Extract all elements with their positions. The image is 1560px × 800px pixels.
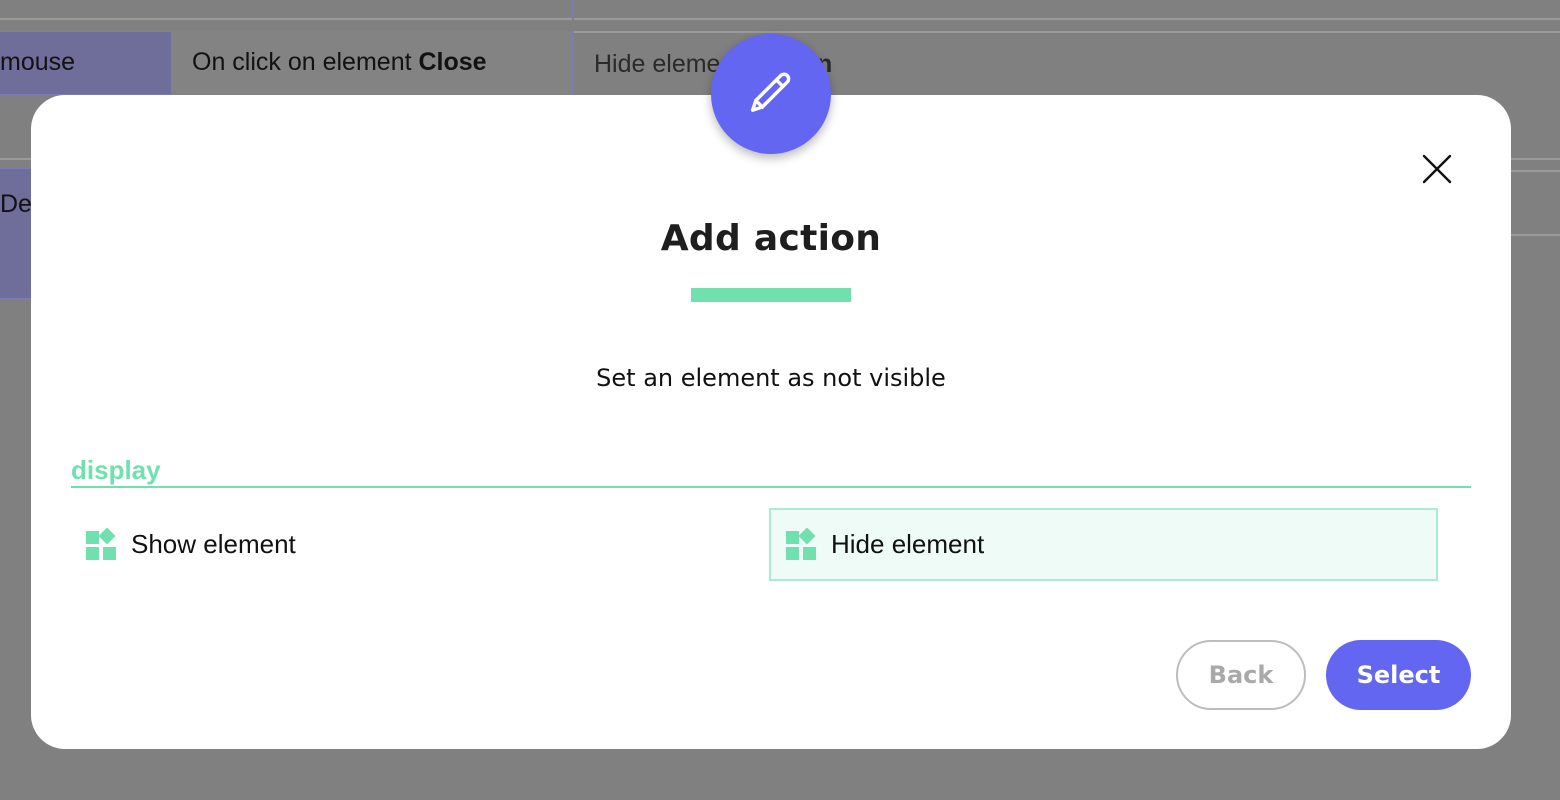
option-label: Hide element: [831, 529, 985, 559]
close-button[interactable]: [1418, 150, 1456, 188]
widgets-icon: [85, 527, 119, 562]
close-icon: [1422, 154, 1452, 184]
modal-title: Add action: [660, 218, 882, 259]
pencil-icon: [750, 72, 791, 112]
action-text: Hide eleme: [594, 50, 721, 78]
option-hide-element[interactable]: Hide element: [769, 508, 1438, 581]
table-divider: [574, 18, 1560, 20]
table-divider: [0, 18, 572, 20]
widgets-icon: [785, 527, 819, 562]
table-divider: [574, 31, 1560, 33]
section-divider: [71, 486, 1471, 488]
trigger-text: mouse: [0, 48, 76, 76]
option-show-element[interactable]: Show element: [71, 508, 739, 581]
back-button[interactable]: Back: [1176, 640, 1306, 710]
option-label: Show element: [131, 529, 296, 559]
modal-subtitle: Set an element as not visible: [596, 364, 946, 392]
select-button[interactable]: Select: [1326, 640, 1471, 710]
event-text: On click on element Close: [192, 48, 487, 76]
section-label-display: display: [71, 455, 161, 485]
table-column-border: [572, 0, 574, 18]
title-underline: [691, 288, 851, 302]
header-badge: [711, 34, 831, 154]
